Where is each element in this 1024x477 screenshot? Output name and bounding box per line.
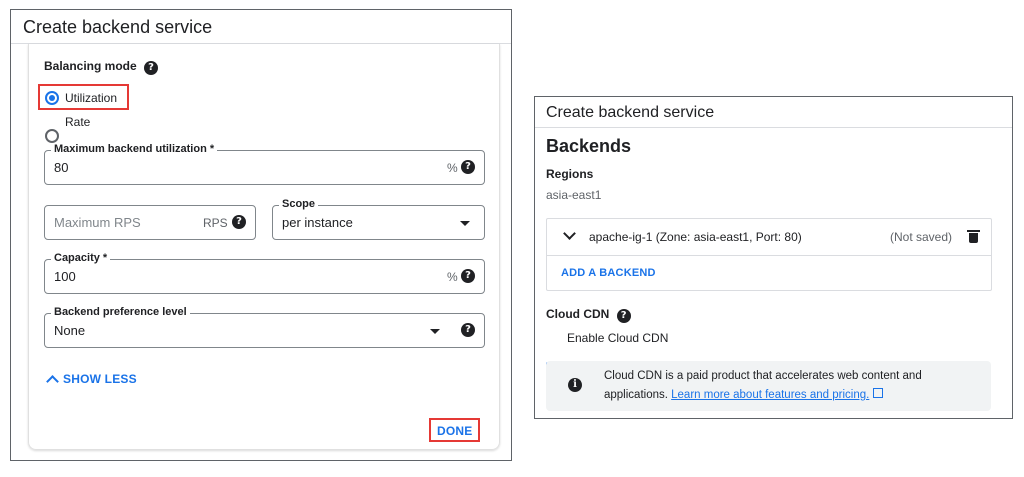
info-box: i Cloud CDN is a paid product that accel… <box>546 361 991 411</box>
max-utilization-value: 80 <box>54 160 69 175</box>
cloud-cdn-label: Cloud CDN <box>546 307 610 321</box>
capacity-field[interactable]: Capacity * 100 % ? <box>44 252 485 294</box>
help-icon[interactable]: ? <box>461 323 475 337</box>
capacity-value: 100 <box>54 269 76 284</box>
help-icon[interactable]: ? <box>144 61 159 75</box>
help-icon[interactable]: ? <box>461 160 475 174</box>
add-backend-button[interactable]: ADD A BACKEND <box>561 267 656 279</box>
capacity-label: Capacity * <box>51 252 111 264</box>
backend-preference-select[interactable]: Backend preference level None ? <box>44 306 485 348</box>
radio-rate-label: Rate <box>65 115 91 129</box>
percent-suffix: % <box>447 161 458 175</box>
info-text-line-1: Cloud CDN is a paid product that acceler… <box>604 370 922 382</box>
help-icon[interactable]: ? <box>461 269 475 283</box>
show-less-label: SHOW LESS <box>63 372 137 386</box>
backend-card: Balancing mode ? Utilization Rate Maximu… <box>28 44 500 450</box>
chevron-up-icon <box>46 375 59 388</box>
backends-heading: Backends <box>546 136 632 156</box>
max-utilization-label: Maximum backend utilization * <box>51 143 218 155</box>
panel-title: Create backend service <box>11 10 511 44</box>
backend-service-panel: Create backend service Backends Regions … <box>534 96 1013 419</box>
delete-icon[interactable] <box>967 230 980 243</box>
chevron-down-icon[interactable] <box>563 227 576 240</box>
info-text-line-2: applications. Learn more about features … <box>604 388 884 401</box>
info-icon: i <box>568 378 582 392</box>
dropdown-arrow-icon <box>430 329 440 334</box>
panel-title: Create backend service <box>535 97 1012 128</box>
max-utilization-field[interactable]: Maximum backend utilization * 80 % ? <box>44 143 485 185</box>
backend-preference-label: Backend preference level <box>51 306 190 318</box>
scope-label: Scope <box>279 198 319 210</box>
highlight-box <box>38 84 129 110</box>
balancing-mode-heading: Balancing mode ? <box>44 59 159 75</box>
backend-list: apache-ig-1 (Zone: asia-east1, Port: 80)… <box>546 218 992 291</box>
help-icon[interactable]: ? <box>616 309 631 323</box>
radio-rate[interactable] <box>45 129 59 143</box>
backend-preference-value: None <box>54 323 86 338</box>
backend-config-panel: Create backend service Balancing mode ? … <box>10 9 512 461</box>
rps-suffix: RPS <box>203 216 228 230</box>
balancing-mode-label: Balancing mode <box>44 59 137 73</box>
dropdown-arrow-icon <box>460 221 470 226</box>
backend-name: apache-ig-1 (Zone: asia-east1, Port: 80) <box>589 230 802 244</box>
done-button[interactable]: DONE <box>429 418 480 442</box>
scope-value: per instance <box>282 215 353 230</box>
external-link-icon <box>873 388 884 398</box>
cloud-cdn-heading: Cloud CDN ? <box>546 307 631 323</box>
max-rps-field[interactable]: Maximum RPS RPS ? <box>44 205 256 240</box>
learn-more-link[interactable]: Learn more about features and pricing. <box>671 389 869 401</box>
enable-cdn-label: Enable Cloud CDN <box>567 331 669 345</box>
max-rps-placeholder: Maximum RPS <box>54 215 141 230</box>
done-label: DONE <box>437 424 473 438</box>
backend-row[interactable]: apache-ig-1 (Zone: asia-east1, Port: 80)… <box>547 219 991 256</box>
info-text-prefix: applications. <box>604 389 668 401</box>
region-value: asia-east1 <box>546 188 602 202</box>
regions-label: Regions <box>546 167 594 181</box>
percent-suffix: % <box>447 270 458 284</box>
help-icon[interactable]: ? <box>232 215 246 229</box>
backend-status: (Not saved) <box>890 230 953 244</box>
scope-select[interactable]: Scope per instance <box>272 198 485 240</box>
